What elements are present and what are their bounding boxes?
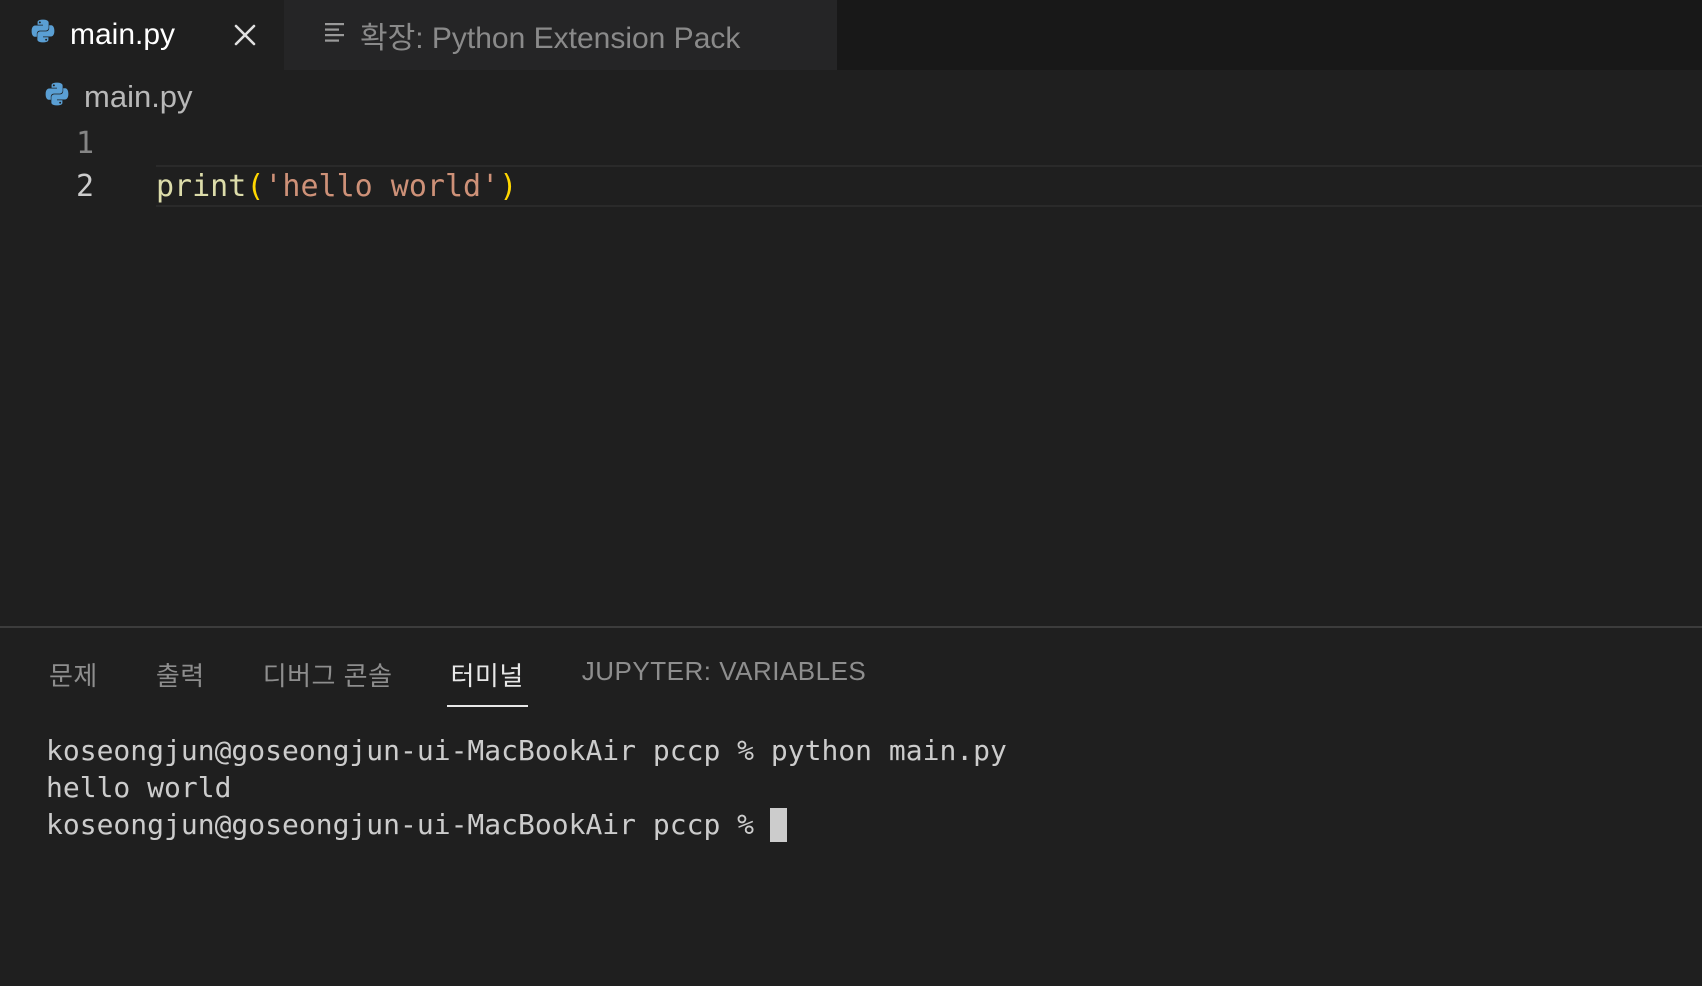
breadcrumb: main.py [44,74,193,120]
terminal-prompt: koseongjun@goseongjun-ui-MacBookAir pccp… [46,808,755,841]
bottom-panel: 문제 출력 디버그 콘솔 터미널 JUPYTER: VARIABLES kose… [0,626,1702,986]
panel-tab-jupyter-variables[interactable]: JUPYTER: VARIABLES [578,650,871,699]
editor-tab-bar: main.py 확장: Python Extension Pack [0,0,1702,70]
tab-main-py[interactable]: main.py [0,0,284,70]
tab-extension-python-pack[interactable]: 확장: Python Extension Pack [284,0,837,70]
terminal-line: koseongjun@goseongjun-ui-MacBookAir pccp… [46,734,1007,767]
breadcrumb-item-main-py[interactable]: main.py [84,79,193,115]
code-editor[interactable]: 1 2 print('hello world') [0,120,1702,626]
code-line[interactable]: 2 print('hello world') [0,165,1702,207]
terminal-line: hello world [46,771,232,804]
python-icon [44,79,70,115]
tab-label: 확장: Python Extension Pack [360,22,741,55]
python-icon [30,18,56,52]
tab-bar-empty-space [837,0,1702,70]
code-line[interactable]: 1 [0,122,1702,164]
terminal-cursor [770,807,788,842]
tab-label: main.py [70,18,176,51]
panel-tab-problems[interactable]: 문제 [45,650,102,705]
token-function: print [156,168,247,204]
panel-tab-terminal[interactable]: 터미널 [446,650,528,707]
token-paren-close: ) [499,168,518,204]
panel-tabs: 문제 출력 디버그 콘솔 터미널 JUPYTER: VARIABLES [45,650,920,707]
terminal-prompt-line: koseongjun@goseongjun-ui-MacBookAir pccp… [46,806,1007,843]
line-number: 1 [75,125,94,161]
close-icon[interactable] [232,22,258,48]
line-code: print('hello world') [156,169,517,204]
token-paren-open: ( [246,168,265,204]
terminal[interactable]: koseongjun@goseongjun-ui-MacBookAir pccp… [46,732,1007,843]
line-number: 2 [75,168,94,204]
extension-details-icon [324,18,346,52]
panel-tab-output[interactable]: 출력 [152,650,209,705]
token-string: 'hello world' [264,168,500,204]
panel-tab-debug-console[interactable]: 디버그 콘솔 [259,650,397,705]
